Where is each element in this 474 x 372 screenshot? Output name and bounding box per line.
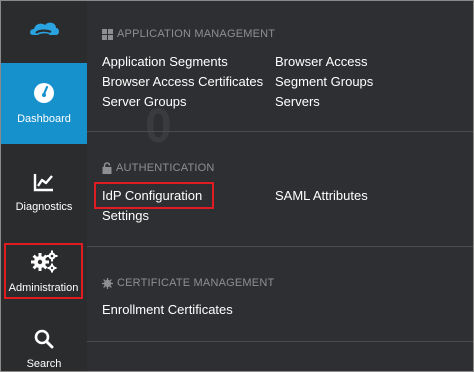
menu-item-servers[interactable]: Servers (275, 94, 320, 110)
logo[interactable] (1, 1, 87, 63)
gauge-icon (33, 82, 55, 107)
section-header-application-management: APPLICATION MANAGEMENT (102, 28, 275, 40)
menu-item-saml-attributes[interactable]: SAML Attributes (275, 188, 368, 204)
section-divider (87, 341, 473, 342)
line-chart-icon (33, 172, 55, 195)
gears-icon (29, 249, 59, 276)
menu-item-segment-groups[interactable]: Segment Groups (275, 74, 373, 90)
sidebar-item-diagnostics[interactable]: Diagnostics (1, 151, 87, 233)
section-header-certificate-management: CERTIFICATE MANAGEMENT (102, 277, 274, 289)
section-divider (87, 131, 473, 132)
menu-item-browser-access-certificates[interactable]: Browser Access Certificates (102, 74, 263, 90)
section-title: CERTIFICATE MANAGEMENT (117, 277, 275, 289)
section-title: APPLICATION MANAGEMENT (117, 28, 276, 40)
section-divider (87, 246, 473, 247)
certificate-badge-icon (102, 277, 113, 289)
section-title: AUTHENTICATION (116, 162, 215, 174)
sidebar: Dashboard Diagnostics Administration Sea… (1, 1, 87, 371)
lock-icon (102, 162, 112, 174)
section-header-authentication: AUTHENTICATION (102, 162, 215, 174)
menu-item-browser-access[interactable]: Browser Access (275, 54, 367, 70)
highlight-box (94, 182, 214, 209)
grid-icon (102, 28, 113, 40)
sidebar-item-dashboard[interactable]: Dashboard (1, 63, 87, 144)
app-frame: Dashboard Diagnostics Administration Sea… (0, 0, 474, 372)
search-icon (34, 329, 54, 352)
cloud-logo-icon (27, 19, 61, 46)
admin-menu-panel: 0 APPLICATION MANAGEMENT Application Seg… (87, 1, 473, 371)
sidebar-item-label: Diagnostics (15, 200, 73, 213)
sidebar-item-label: Search (26, 358, 62, 370)
sidebar-item-label: Administration (8, 281, 79, 294)
menu-item-server-groups[interactable]: Server Groups (102, 94, 187, 110)
sidebar-item-label: Dashboard (17, 113, 71, 125)
sidebar-item-administration[interactable]: Administration (4, 243, 83, 299)
menu-item-application-segments[interactable]: Application Segments (102, 54, 228, 70)
menu-item-enrollment-certificates[interactable]: Enrollment Certificates (102, 302, 233, 318)
menu-item-settings[interactable]: Settings (102, 208, 149, 224)
sidebar-item-search[interactable]: Search (1, 319, 87, 371)
